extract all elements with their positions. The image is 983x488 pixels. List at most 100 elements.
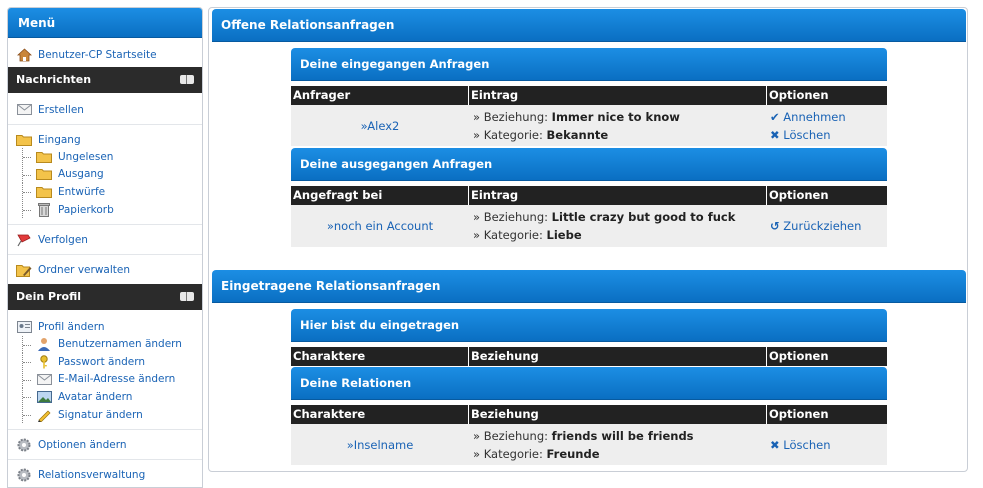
image-icon xyxy=(36,390,52,404)
sidebar-item-signatur[interactable]: Signatur ändern xyxy=(8,406,202,424)
ausgegangen-title: Deine ausgegangen Anfragen xyxy=(291,148,887,181)
sidebar-item-label: Profil ändern xyxy=(38,320,105,333)
sidebar-item-ordner[interactable]: Ordner verwalten xyxy=(8,261,202,278)
tree-line xyxy=(22,148,34,166)
sidebar-item-label: E-Mail-Adresse ändern xyxy=(58,373,176,386)
relation-value: Little crazy but good to fuck xyxy=(551,210,736,224)
sidebar-item-label: Benutzernamen ändern xyxy=(58,338,182,351)
entry-label: » Kategorie: xyxy=(473,228,543,242)
collapse-toggle-icon[interactable] xyxy=(180,75,194,84)
close-icon: ✖ xyxy=(770,127,780,142)
envelope-icon xyxy=(16,103,32,117)
tree-line xyxy=(22,353,34,371)
category-value: Freunde xyxy=(546,446,600,461)
check-icon: ✔ xyxy=(770,109,780,124)
sidebar-item-label: Signatur ändern xyxy=(58,408,143,421)
tree-line xyxy=(22,201,34,219)
user-link[interactable]: »Inselname xyxy=(347,438,414,452)
section-nachrichten[interactable]: Nachrichten xyxy=(8,67,202,93)
entry-label: » Beziehung: xyxy=(473,109,549,124)
sidebar-item-verfolgen[interactable]: Verfolgen xyxy=(8,231,202,248)
eingegangen-title: Deine eingegangen Anfragen xyxy=(291,48,887,81)
sidebar-item-avatar[interactable]: Avatar ändern xyxy=(8,388,202,406)
sidebar-item-label: Relationsverwaltung xyxy=(38,468,146,481)
column-header: Anfrager xyxy=(291,86,469,105)
relationen-title: Deine Relationen xyxy=(291,367,887,400)
main-panel: Offene Relationsanfragen Deine eingegang… xyxy=(208,7,968,472)
accept-button[interactable]: ✔ Annehmen xyxy=(770,108,846,126)
column-header: Optionen xyxy=(769,349,829,363)
sidebar-item-ungelesen[interactable]: Ungelesen xyxy=(8,148,202,166)
sidebar-item-label: Erstellen xyxy=(38,103,84,116)
column-header: Beziehung xyxy=(469,405,767,424)
section-profil[interactable]: Dein Profil xyxy=(8,284,202,311)
gear-icon xyxy=(16,468,32,482)
user-link[interactable]: »Alex2 xyxy=(361,119,400,133)
sidebar-item-label: Ungelesen xyxy=(58,150,114,163)
sidebar-item-email[interactable]: E-Mail-Adresse ändern xyxy=(8,370,202,389)
tree-line xyxy=(22,165,34,183)
sidebar-item-relationen[interactable]: Relationsverwaltung xyxy=(8,466,202,483)
eingetragene-title: Eingetragene Relationsanfragen xyxy=(212,270,966,303)
section-title: Dein Profil xyxy=(16,290,81,304)
envelope-icon xyxy=(36,372,52,386)
relation-value: Immer nice to know xyxy=(551,109,680,124)
sidebar-item-benutzername[interactable]: Benutzernamen ändern xyxy=(8,335,202,353)
offene-anfragen-title: Offene Relationsanfragen xyxy=(212,9,966,42)
column-header: Eintrag xyxy=(469,186,767,205)
tree-line xyxy=(22,370,34,388)
user-link[interactable]: »noch ein Account xyxy=(327,219,433,233)
sidebar-item-optionen[interactable]: Optionen ändern xyxy=(8,436,202,453)
eingetragen-table-header: Charaktere Beziehung Optionen xyxy=(291,347,887,366)
sidebar-item-label: Avatar ändern xyxy=(58,390,133,403)
category-value: Liebe xyxy=(546,228,582,242)
sidebar-item-label: Ordner verwalten xyxy=(38,263,130,276)
section-title: Nachrichten xyxy=(16,73,92,86)
delete-button[interactable]: ✖ Löschen xyxy=(770,436,831,454)
collapse-toggle-icon[interactable] xyxy=(180,292,194,302)
folder-edit-icon xyxy=(16,263,32,277)
sidebar-item-startseite[interactable]: Benutzer-CP Startseite xyxy=(8,46,202,63)
sidebar-item-label: Papierkorb xyxy=(58,203,114,216)
folder-icon xyxy=(36,185,52,199)
divider xyxy=(8,459,202,461)
eingetragen-title: Hier bist du eingetragen xyxy=(291,309,887,342)
sidebar-item-label: Verfolgen xyxy=(38,233,88,246)
folder-icon xyxy=(36,150,52,164)
folder-icon xyxy=(36,167,52,181)
tree-line xyxy=(22,388,34,406)
sidebar: Menü Benutzer-CP Startseite Nachrichten … xyxy=(7,7,203,488)
delete-label: Löschen xyxy=(783,437,831,452)
trash-icon xyxy=(36,202,52,217)
column-header: Eintrag xyxy=(469,86,767,105)
entry-label: » Kategorie: xyxy=(473,127,543,142)
withdraw-button[interactable]: ↺ Zurückziehen xyxy=(770,217,861,235)
entry-label: » Beziehung: xyxy=(473,428,549,443)
withdraw-label: Zurückziehen xyxy=(783,219,862,233)
home-icon xyxy=(16,47,32,62)
column-header: Charaktere xyxy=(291,405,469,424)
sidebar-item-entwuerfe[interactable]: Entwürfe xyxy=(8,183,202,201)
close-icon: ✖ xyxy=(770,437,780,452)
divider xyxy=(8,254,202,256)
sidebar-item-profil-aendern[interactable]: Profil ändern xyxy=(8,318,202,335)
profile-card-icon xyxy=(16,320,32,334)
column-header: Beziehung xyxy=(469,347,767,366)
divider xyxy=(8,429,202,431)
eingegangen-table-header: Anfrager Eintrag Optionen xyxy=(291,86,887,105)
table-row: »noch ein Account » Beziehung: Little cr… xyxy=(291,205,887,247)
sidebar-item-erstellen[interactable]: Erstellen xyxy=(8,101,202,118)
sidebar-title: Menü xyxy=(8,8,202,38)
table-row: »Alex2 » Beziehung: Immer nice to know »… xyxy=(291,105,887,146)
sidebar-item-papierkorb[interactable]: Papierkorb xyxy=(8,201,202,219)
sidebar-item-label: Passwort ändern xyxy=(58,355,146,368)
sidebar-item-eingang[interactable]: Eingang xyxy=(8,131,202,148)
column-header: Angefragt bei xyxy=(291,186,469,205)
column-header: Optionen xyxy=(769,407,829,421)
relation-value: friends will be friends xyxy=(551,428,694,443)
sidebar-item-passwort[interactable]: Passwort ändern xyxy=(8,353,202,371)
sidebar-item-ausgang[interactable]: Ausgang xyxy=(8,165,202,184)
user-icon xyxy=(36,337,52,352)
table-row: »Inselname » Beziehung: friends will be … xyxy=(291,424,887,465)
delete-button[interactable]: ✖ Löschen xyxy=(770,126,846,144)
